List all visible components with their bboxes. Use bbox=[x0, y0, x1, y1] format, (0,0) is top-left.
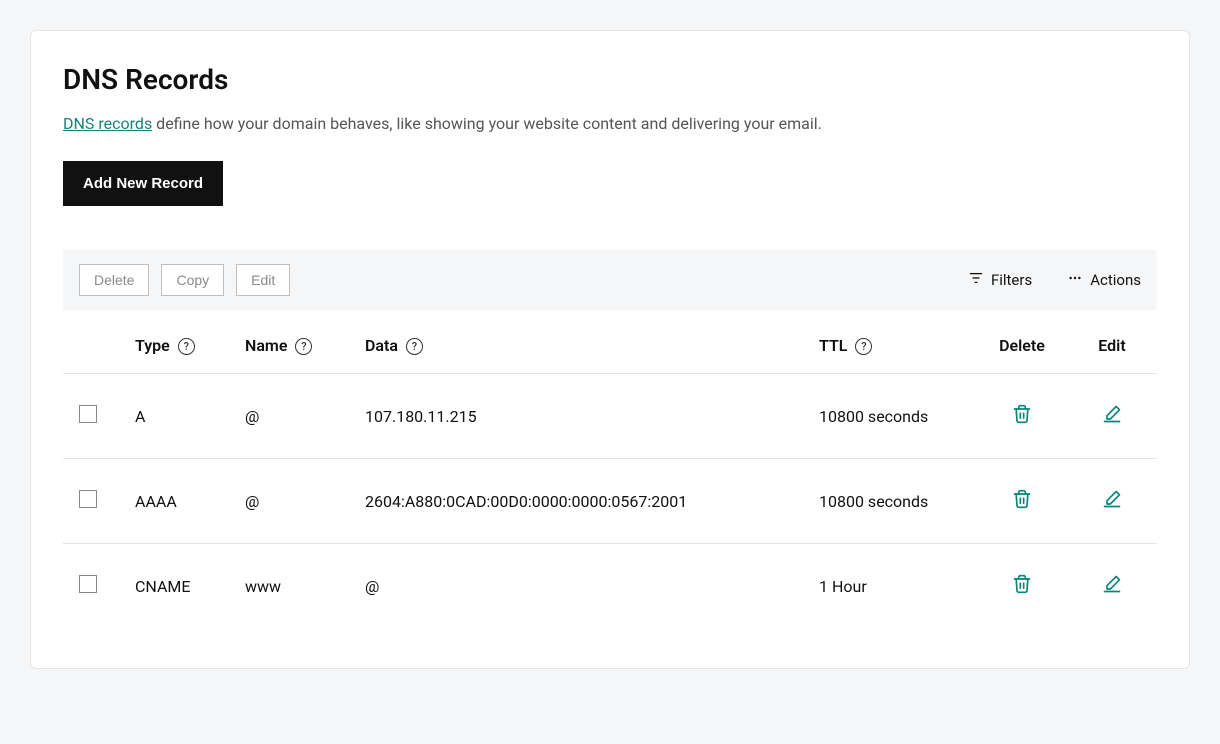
cell-name: @ bbox=[233, 374, 353, 459]
dots-icon bbox=[1068, 271, 1082, 289]
cell-data: 107.180.11.215 bbox=[353, 374, 807, 459]
actions-label: Actions bbox=[1090, 271, 1141, 289]
col-delete-label: Delete bbox=[999, 336, 1045, 355]
actions-button[interactable]: Actions bbox=[1068, 271, 1141, 289]
row-checkbox[interactable] bbox=[79, 490, 97, 508]
dns-records-card: DNS Records DNS records define how your … bbox=[30, 30, 1190, 669]
trash-icon bbox=[1012, 404, 1032, 428]
table-row: AAAA@2604:A880:0CAD:00D0:0000:0000:0567:… bbox=[63, 459, 1157, 544]
edit-row-button[interactable] bbox=[1102, 489, 1122, 513]
delete-row-button[interactable] bbox=[1012, 574, 1032, 598]
cell-name: @ bbox=[233, 459, 353, 544]
description-text: define how your domain behaves, like sho… bbox=[152, 114, 822, 133]
edit-row-button[interactable] bbox=[1102, 404, 1122, 428]
delete-row-button[interactable] bbox=[1012, 489, 1032, 513]
cell-ttl: 10800 seconds bbox=[807, 459, 977, 544]
edit-icon bbox=[1102, 489, 1122, 513]
table-row: A@107.180.11.21510800 seconds bbox=[63, 374, 1157, 459]
bulk-copy-button[interactable]: Copy bbox=[161, 264, 224, 296]
records-table: Type ? Name ? Data ? TTL ? De bbox=[63, 310, 1157, 628]
row-checkbox[interactable] bbox=[79, 405, 97, 423]
table-row: CNAMEwww@1 Hour bbox=[63, 544, 1157, 629]
col-ttl-label: TTL bbox=[819, 336, 847, 355]
col-type-label: Type bbox=[135, 336, 170, 355]
help-icon[interactable]: ? bbox=[295, 338, 312, 355]
bulk-edit-button[interactable]: Edit bbox=[236, 264, 290, 296]
col-data-label: Data bbox=[365, 336, 398, 355]
col-name-label: Name bbox=[245, 336, 287, 355]
edit-row-button[interactable] bbox=[1102, 574, 1122, 598]
table-toolbar: Delete Copy Edit Filters bbox=[63, 250, 1157, 310]
col-edit-label: Edit bbox=[1098, 336, 1125, 355]
delete-row-button[interactable] bbox=[1012, 404, 1032, 428]
filter-icon bbox=[969, 271, 983, 289]
trash-icon bbox=[1012, 574, 1032, 598]
help-icon[interactable]: ? bbox=[178, 338, 195, 355]
help-icon[interactable]: ? bbox=[855, 338, 872, 355]
cell-type: AAAA bbox=[123, 459, 233, 544]
cell-type: CNAME bbox=[123, 544, 233, 629]
trash-icon bbox=[1012, 489, 1032, 513]
row-checkbox[interactable] bbox=[79, 575, 97, 593]
cell-ttl: 10800 seconds bbox=[807, 374, 977, 459]
filters-label: Filters bbox=[991, 271, 1032, 289]
edit-icon bbox=[1102, 574, 1122, 598]
help-icon[interactable]: ? bbox=[406, 338, 423, 355]
cell-name: www bbox=[233, 544, 353, 629]
toolbar-right: Filters Actions bbox=[969, 271, 1141, 289]
page-title: DNS Records bbox=[63, 63, 1157, 96]
add-new-record-button[interactable]: Add New Record bbox=[63, 161, 223, 206]
bulk-delete-button[interactable]: Delete bbox=[79, 264, 149, 296]
cell-ttl: 1 Hour bbox=[807, 544, 977, 629]
edit-icon bbox=[1102, 404, 1122, 428]
records-table-wrapper: Delete Copy Edit Filters bbox=[63, 250, 1157, 628]
filters-button[interactable]: Filters bbox=[969, 271, 1032, 289]
dns-records-link[interactable]: DNS records bbox=[63, 114, 152, 133]
cell-data: @ bbox=[353, 544, 807, 629]
toolbar-left: Delete Copy Edit bbox=[79, 264, 290, 296]
page-description: DNS records define how your domain behav… bbox=[63, 114, 1157, 133]
cell-data: 2604:A880:0CAD:00D0:0000:0000:0567:2001 bbox=[353, 459, 807, 544]
cell-type: A bbox=[123, 374, 233, 459]
